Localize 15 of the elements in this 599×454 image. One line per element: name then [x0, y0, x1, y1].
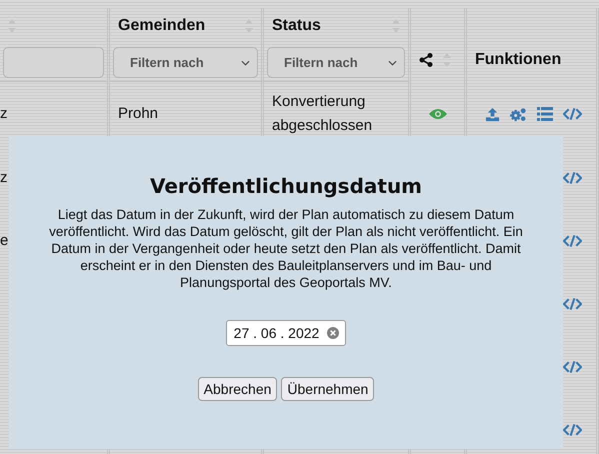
table-cell-text: Prohn — [118, 104, 158, 124]
dialog-text: Liegt das Datum in der Zukunft, wird der Plan automatisch zu diesem Datum veröffentlicht. Wird das Datum gelöscht, gilt der Plan als nicht veröffentlicht. Ein Datum in der Vergangenheit oder heute setzt den Plan als veröffentlicht. Damit erscheint er in den Diensten des Bauleitplanservers und im Bau- und Planungsportal des Geoportals MV. — [48, 206, 524, 291]
dialog-button[interactable]: Übernehmen — [281, 377, 374, 401]
date-field[interactable]: 27 . 06 . 2022 — [226, 320, 346, 346]
dialog-button[interactable]: Abbrechen — [198, 377, 278, 401]
filter-dropdown[interactable]: Filtern nach — [113, 47, 258, 78]
filter-dropdown[interactable]: Filtern nach — [267, 47, 405, 78]
table-cell-text: z — [0, 168, 8, 188]
table-cell-text: e — [0, 230, 8, 250]
column-header: Funktionen — [475, 51, 562, 69]
column-header: Status — [272, 17, 321, 35]
table-cell-text: z — [0, 104, 8, 124]
dialog-title: Veröffentlichungsdatum — [150, 174, 422, 198]
table-cell-text: Konvertierung abgeschlossen — [272, 92, 374, 136]
column-header: Gemeinden — [118, 17, 206, 35]
